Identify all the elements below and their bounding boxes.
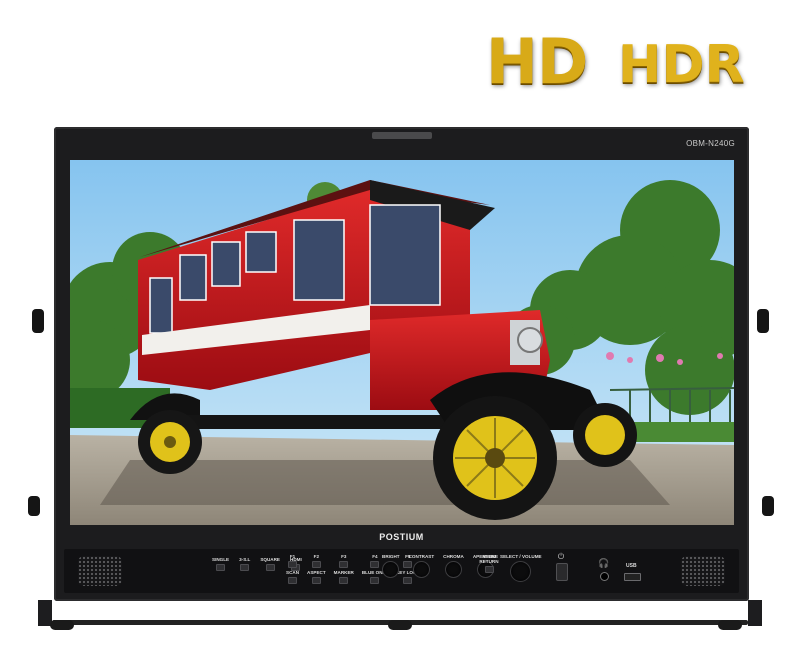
menu-return-key[interactable] <box>484 566 494 573</box>
contrast-knob[interactable]: CONTRAST <box>408 554 435 578</box>
f2-button[interactable]: F2 ASPECT <box>307 554 326 584</box>
scan-label: SCAN <box>286 570 300 575</box>
bright-label: BRIGHT <box>382 554 400 559</box>
badge-hd-text: HD <box>486 25 588 98</box>
f3-label: F3 <box>341 554 347 559</box>
select-volume-knob-cap[interactable] <box>510 561 532 582</box>
hd-hdr-badge: HD HDR <box>486 26 786 98</box>
chroma-label: CHROMA <box>443 554 464 559</box>
single-label: SINGLE <box>212 557 230 562</box>
broadcast-monitor: OBM-N240G POSTIUM SINGLE 3-S.L SQUARE HD… <box>54 127 749 601</box>
left-speaker-grille <box>78 556 122 586</box>
right-stand-leg <box>748 600 762 626</box>
front-wheel <box>433 396 557 520</box>
chroma-knob-cap[interactable] <box>444 561 462 578</box>
f3-key[interactable] <box>339 561 349 568</box>
badge-hdr-text: HDR <box>618 35 745 95</box>
left-lower-handle <box>28 496 40 516</box>
key-lock-key[interactable] <box>403 577 413 584</box>
right-upper-handle <box>757 309 769 333</box>
left-foot <box>50 620 74 630</box>
marker-label: MARKER <box>333 570 354 575</box>
power-icon: ⏻ <box>557 552 565 561</box>
aspect-label: ASPECT <box>307 570 326 575</box>
left-upper-handle <box>32 309 44 333</box>
select-volume-label: SELECT / VOLUME <box>500 554 542 559</box>
single-button[interactable]: SINGLE <box>212 557 229 571</box>
square-label: SQUARE <box>260 557 280 562</box>
blue-only-key[interactable] <box>370 577 380 584</box>
contrast-label: CONTRAST <box>408 554 435 559</box>
f2-key[interactable] <box>311 561 321 568</box>
f4-key[interactable] <box>370 561 380 568</box>
f1-button[interactable]: F1 SCAN <box>286 554 299 584</box>
f1-key[interactable] <box>288 561 298 568</box>
back-right-wheel <box>573 403 637 467</box>
f3-button[interactable]: F3 MARKER <box>334 554 354 584</box>
scan-key[interactable] <box>288 577 298 584</box>
aspect-key[interactable] <box>311 577 321 584</box>
3sl-button[interactable]: 3-S.L <box>239 557 250 571</box>
f1-label: F1 <box>289 554 296 559</box>
marker-key[interactable] <box>339 577 349 584</box>
center-foot <box>388 620 412 630</box>
monitor-screen <box>70 160 734 525</box>
menu-return-label: MENU RETURN <box>479 554 499 564</box>
usb-label: USB <box>626 563 637 569</box>
right-foot <box>718 620 742 630</box>
right-speaker-grille <box>681 556 725 586</box>
brand-logo: POSTIUM <box>379 532 424 542</box>
right-lower-handle <box>762 496 774 516</box>
bright-knob-cap[interactable] <box>382 561 400 578</box>
model-label: OBM-N240G <box>686 139 735 148</box>
control-panel: SINGLE 3-S.L SQUARE HDMI F1 SCAN F2 ASPE… <box>64 549 739 593</box>
chroma-knob[interactable]: CHROMA <box>443 554 464 578</box>
select-volume-knob[interactable]: SELECT / VOLUME <box>500 554 542 582</box>
f4-label: F4 <box>372 554 378 559</box>
bright-knob[interactable]: BRIGHT <box>382 554 400 578</box>
3sl-label: 3-S.L <box>239 557 251 562</box>
f2-label: F2 <box>313 554 320 559</box>
headphone-jack[interactable] <box>600 572 609 581</box>
single-key[interactable] <box>216 564 226 571</box>
contrast-knob-cap[interactable] <box>412 561 430 578</box>
headphone-icon: 🎧 <box>598 558 610 568</box>
screen-image <box>70 160 734 525</box>
square-button[interactable]: SQUARE <box>260 557 280 571</box>
power-switch[interactable] <box>556 563 568 581</box>
usb-port[interactable] <box>624 573 641 581</box>
top-sensor-slot <box>372 132 432 139</box>
menu-return-button[interactable]: MENU RETURN <box>478 554 500 573</box>
square-key[interactable] <box>265 564 275 571</box>
rear-wheel <box>138 410 202 474</box>
3sl-key[interactable] <box>240 564 250 571</box>
